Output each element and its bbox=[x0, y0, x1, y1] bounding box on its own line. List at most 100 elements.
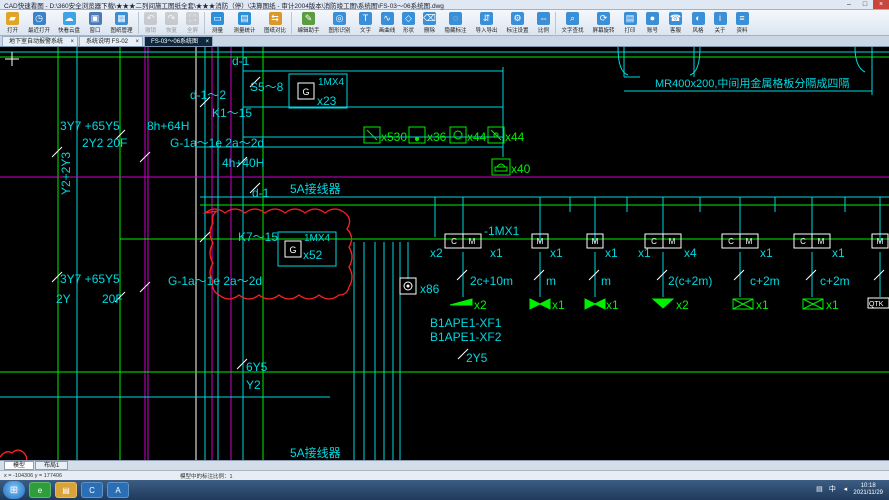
toolbar-button-settings[interactable]: ⚙ 标注设置 bbox=[502, 10, 533, 36]
toolbar-button-label: 测量统计 bbox=[233, 28, 256, 34]
cad-viewer-icon[interactable]: C bbox=[81, 482, 103, 498]
toolbar-button-undo[interactable]: ↶ 撤销 bbox=[140, 10, 161, 36]
layout-tab[interactable]: 模型 bbox=[4, 461, 35, 470]
toolbar-button-label: 客服 bbox=[669, 28, 681, 34]
cad-drawing: G G CM M M CM CM CM M d-1 S5～8 d-1～2 K1～… bbox=[0, 47, 889, 460]
label-c-2m-b: c+2m bbox=[820, 274, 850, 288]
label-4h-40h: 4h+40H bbox=[222, 156, 264, 170]
svg-text:C: C bbox=[651, 237, 657, 246]
maximize-button[interactable]: □ bbox=[857, 0, 873, 9]
toolbar-button-fullscreen[interactable]: ⛶ 全屏 bbox=[182, 10, 203, 36]
text-icon: T bbox=[359, 12, 372, 25]
toolbar-button-support[interactable]: ☎ 客服 bbox=[664, 10, 687, 36]
horizontal-wiring-lines bbox=[0, 51, 889, 398]
toolbar-button-docs[interactable]: ≡ 资料 bbox=[731, 10, 753, 36]
drawings-icon: ▦ bbox=[115, 12, 128, 25]
label-3y7-65y5-bottom: 3Y7 +65Y5 bbox=[60, 272, 120, 286]
toolbar-button-eraser[interactable]: ⌫ 删除 bbox=[419, 10, 440, 36]
ribbon-toolbar: ▰ 打开 ◷ 最近打开 ☁ 快看云盘 ▣ 窗口 ▦ 图纸管理 ↶ 撤销 ↷ 恢复 ⛶ 全屏 ▭ 测量 ▤ 测量统计 ⇆ 图… bbox=[0, 10, 889, 36]
toolbar-button-account[interactable]: ● 账号 bbox=[641, 10, 664, 36]
label-2c-2m: 2(c+2m) bbox=[668, 274, 712, 288]
svg-text:G: G bbox=[289, 245, 296, 255]
start-button[interactable]: ⊞ bbox=[3, 481, 25, 499]
ime-indicator[interactable]: 中 bbox=[827, 485, 837, 495]
toolbar-button-import-export[interactable]: ⇵ 导入导出 bbox=[471, 10, 502, 36]
layout-tab[interactable]: 布局1 bbox=[35, 461, 69, 470]
label-y2: Y2 bbox=[246, 378, 261, 392]
svg-text:M: M bbox=[469, 237, 476, 246]
toolbar-button-label: 全屏 bbox=[186, 28, 198, 34]
compare-icon: ⇆ bbox=[268, 12, 282, 25]
document-tab[interactable]: 地下室自动报警系统 × bbox=[2, 36, 79, 47]
label-1mx1: -1MX1 bbox=[484, 224, 520, 238]
fullscreen-icon: ⛶ bbox=[186, 12, 199, 25]
toolbar-button-label: 打印 bbox=[624, 28, 636, 34]
label-y2-2y3-vertical: Y2+2Y3 bbox=[59, 152, 73, 195]
drawing-canvas[interactable]: G G CM M M CM CM CM M d-1 S5～8 d-1～2 K1～… bbox=[0, 47, 889, 460]
windows-taskbar: ⊞ e ▤ C A ▤ 中 ◂ 10:18 2021/11/29 bbox=[0, 480, 889, 500]
toolbar-separator bbox=[555, 12, 556, 34]
minimize-button[interactable]: – bbox=[841, 0, 857, 9]
toolbar-button-curve[interactable]: ∿ 画曲线 bbox=[376, 10, 398, 36]
label-3y7-65y5: 3Y7 +65Y5 bbox=[60, 119, 120, 133]
close-button[interactable]: × bbox=[873, 0, 889, 9]
label-junction-bottom: 5A接线器 bbox=[290, 445, 341, 460]
toolbar-button-recognize[interactable]: ◎ 图形识别 bbox=[324, 10, 355, 36]
measure-stats-icon: ▤ bbox=[238, 12, 251, 25]
toolbar-button-drawings[interactable]: ▦ 图纸管理 bbox=[106, 10, 137, 36]
toolbar-button-label: 窗口 bbox=[89, 28, 101, 34]
toolbar-button-measure-stats[interactable]: ▤ 测量统计 bbox=[229, 10, 260, 36]
toolbar-button-label: 画曲线 bbox=[378, 28, 396, 34]
document-tab[interactable]: 系统说明 FS-02 × bbox=[79, 36, 144, 47]
svg-text:M: M bbox=[537, 237, 544, 246]
document-tab[interactable]: FS-03～06系统图 × bbox=[144, 36, 214, 47]
close-tab-icon[interactable]: × bbox=[71, 37, 75, 47]
toolbar-button-label: 图纸对比 bbox=[263, 28, 286, 34]
toolbar-button-label: 打开 bbox=[6, 28, 18, 34]
close-tab-icon[interactable]: × bbox=[136, 37, 140, 47]
drawing-labels: d-1 S5～8 d-1～2 K1～15 3Y7 +65Y5 8h+64H 2Y… bbox=[56, 54, 884, 460]
clock-time: 10:18 bbox=[860, 483, 876, 489]
label-d1-2: d-1～2 bbox=[190, 88, 226, 102]
volume-icon[interactable]: ◂ bbox=[840, 485, 850, 495]
toolbar-button-theme[interactable]: ◐ 风格 bbox=[687, 10, 709, 36]
toolbar-button-scale[interactable]: ⇔ 比例 bbox=[533, 10, 554, 36]
toolbar-separator bbox=[291, 12, 292, 34]
toolbar-button-measure[interactable]: ▭ 测量 bbox=[206, 10, 229, 36]
clock[interactable]: 10:18 2021/11/29 bbox=[853, 483, 883, 497]
toolbar-button-cloud[interactable]: ☁ 快看云盘 bbox=[54, 10, 84, 36]
label-x1-i: x1 bbox=[756, 298, 769, 312]
toolbar-button-clock[interactable]: ◷ 最近打开 bbox=[24, 10, 54, 36]
svg-text:C: C bbox=[451, 237, 457, 246]
toolbar-button-print[interactable]: ▤ 打印 bbox=[619, 10, 641, 36]
toolbar-button-shape[interactable]: ◇ 形状 bbox=[398, 10, 419, 36]
toolbar-button-text[interactable]: T 文字 bbox=[355, 10, 376, 36]
label-b1ape1-xf1: B1APE1-XF1 bbox=[430, 316, 502, 330]
toolbar-button-find-text[interactable]: ⌕ 文字查找 bbox=[557, 10, 588, 36]
label-mr400-tray: MR400x200,中间用金属格板分隔成四隔 bbox=[655, 76, 849, 90]
toolbar-button-window[interactable]: ▣ 窗口 bbox=[84, 10, 106, 36]
browser-360-icon[interactable]: e bbox=[29, 482, 51, 498]
file-explorer-icon[interactable]: ▤ bbox=[55, 482, 77, 498]
cad-app-icon[interactable]: A bbox=[107, 482, 129, 498]
close-tab-icon[interactable]: × bbox=[206, 37, 210, 47]
toolbar-button-rotate[interactable]: ⟳ 屏幕旋转 bbox=[588, 10, 619, 36]
toolbar-button-label: 形状 bbox=[402, 28, 414, 34]
toolbar-button-compare[interactable]: ⇆ 图纸对比 bbox=[260, 10, 290, 36]
network-icon[interactable]: ▤ bbox=[814, 485, 824, 495]
import-export-icon: ⇵ bbox=[480, 12, 493, 25]
label-x1-c: x1 bbox=[605, 246, 618, 260]
toolbar-button-about[interactable]: i 关于 bbox=[709, 10, 731, 36]
toolbar-button-redo[interactable]: ↷ 恢复 bbox=[161, 10, 182, 36]
label-junction-top: 5A接线器 bbox=[290, 181, 341, 196]
toolbar-button-label: 删除 bbox=[423, 28, 435, 34]
toolbar-button-folder-open[interactable]: ▰ 打开 bbox=[1, 10, 24, 36]
toolbar-button-edit-assistant[interactable]: ✎ 编辑助手 bbox=[293, 10, 324, 36]
toolbar-button-hide-annotation[interactable]: ◌ 隐藏标注 bbox=[440, 10, 471, 36]
label-x1-d: x1 bbox=[760, 246, 773, 260]
scale-icon: ⇔ bbox=[537, 12, 550, 25]
label-g1a-2d-top: G-1a～1e 2a～2d bbox=[170, 136, 264, 150]
status-bar: x = -104306 y = 177406 模型中的标注比例：1 bbox=[0, 470, 889, 480]
toolbar-button-label: 比例 bbox=[537, 28, 549, 34]
toolbar-separator bbox=[138, 12, 139, 34]
